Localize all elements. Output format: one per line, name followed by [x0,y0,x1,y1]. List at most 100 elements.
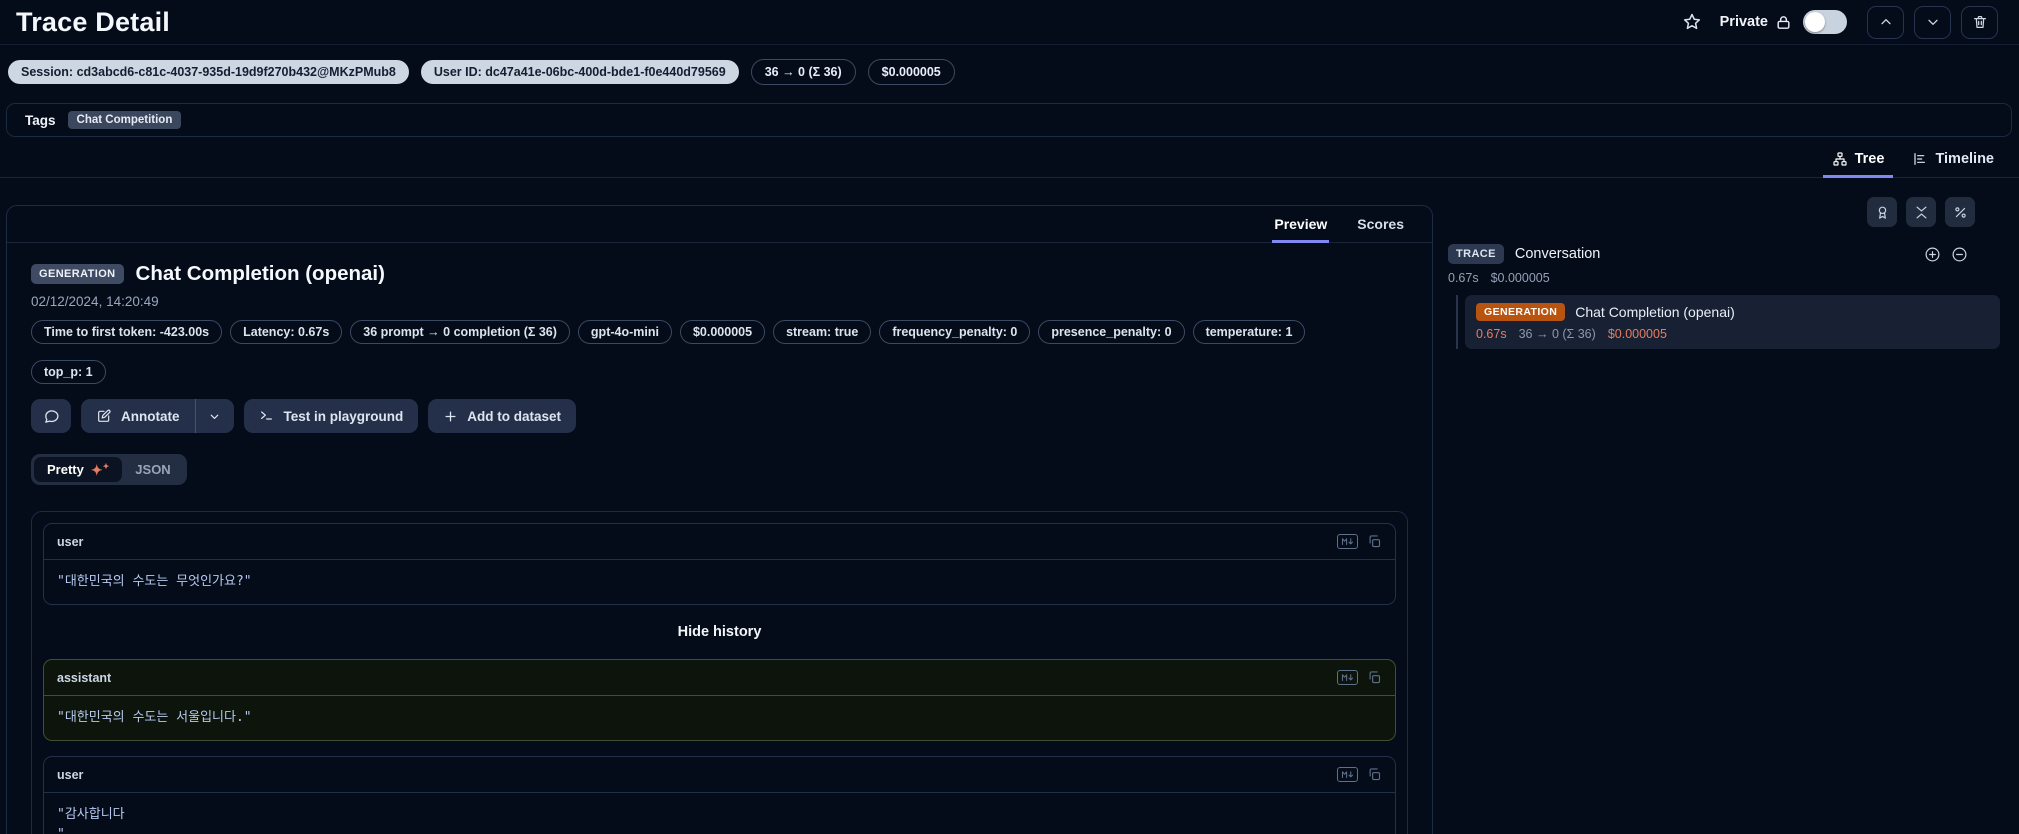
message-role: user [57,534,84,549]
comment-icon [43,408,60,425]
generation-type-badge: GENERATION [1476,303,1566,321]
cost-badge: $0.000005 [867,59,955,85]
metric-pill-frequency-penalty: frequency_penalty: 0 [879,320,1031,344]
add-to-dataset-button[interactable]: Add to dataset [428,399,577,433]
chevron-down-icon [208,410,221,423]
test-in-playground-button[interactable]: Test in playground [243,399,419,433]
chevron-up-icon [1878,14,1894,30]
top-bar: Trace Detail Private [0,0,2019,45]
generation-tokens: 36 → 0 (Σ 36) [1518,327,1596,341]
privacy-label: Private [1719,14,1768,30]
metric-pill-top-p: top_p: 1 [31,360,106,384]
trace-title[interactable]: Conversation [1515,246,1600,262]
format-json-button[interactable]: JSON [122,457,183,482]
add-to-dataset-label: Add to dataset [467,408,562,424]
comments-button[interactable] [31,399,71,433]
chevron-down-icon [1925,14,1941,30]
annotate-button[interactable]: Annotate [81,399,195,433]
plus-icon [443,409,458,424]
trace-tree-sidebar: TRACE Conversation 0.67s $0.000005 GENER… [1448,197,2000,349]
next-trace-button[interactable] [1914,5,1951,39]
trace-cost: $0.000005 [1490,271,1550,285]
view-tabs: Tree Timeline [0,141,2019,178]
markdown-toggle-icon[interactable] [1337,767,1358,783]
observation-panel: Preview Scores GENERATION Chat Completio… [6,205,1433,834]
trace-meta-badges: Session: cd3abcd6-c81c-4037-935d-19d9f27… [8,59,955,85]
markdown-toggle-icon[interactable] [1337,534,1358,549]
copy-icon[interactable] [1367,767,1382,782]
delete-trace-button[interactable] [1961,5,1998,39]
annotate-dropdown-button[interactable] [196,399,234,433]
toggle-knob [1805,12,1825,32]
collapse-all-circle-icon[interactable] [1951,246,1968,263]
annotate-label: Annotate [121,408,180,424]
message-assistant: assistant "대한민국의 수도는 서울입니다." [43,659,1396,742]
collapse-icon [1914,205,1929,220]
metric-pill-presence-penalty: presence_penalty: 0 [1038,320,1185,344]
token-usage-badge: 36 → 0 (Σ 36) [750,59,856,85]
metric-pill-temperature: temperature: 1 [1192,320,1306,344]
observation-actions: Annotate Test in playground Add to datas… [31,399,1408,433]
annotation-queue-button[interactable] [1867,197,1897,227]
json-label: JSON [135,462,171,477]
trash-icon [1972,14,1988,30]
expand-all-icon[interactable] [1924,246,1941,263]
format-pretty-button[interactable]: Pretty ✦✦ [34,457,123,482]
timeline-icon [1912,151,1928,167]
award-icon [1875,205,1890,220]
annotate-split-button: Annotate [81,399,234,433]
tag-chip[interactable]: Chat Competition [67,111,182,129]
trace-type-badge: TRACE [1448,244,1504,264]
session-badge[interactable]: Session: cd3abcd6-c81c-4037-935d-19d9f27… [8,60,409,84]
metric-pill-latency: Latency: 0.67s [230,320,343,344]
format-toggle: Pretty ✦✦ JSON [31,454,187,485]
metric-pill-stream: stream: true [773,320,872,344]
trace-root-row[interactable]: TRACE Conversation [1448,244,2000,264]
lock-icon [1775,14,1792,31]
terminal-icon [259,408,275,424]
previous-trace-button[interactable] [1867,5,1904,39]
tags-bar: Tags Chat Competition [6,103,2012,137]
tab-timeline-label: Timeline [1935,151,1994,167]
tab-tree-label: Tree [1854,151,1885,167]
generation-cost: $0.000005 [1607,327,1667,341]
observation-metrics: Time to first token: -423.00s Latency: 0… [31,320,1408,384]
privacy-control: Private [1720,10,1847,34]
annotate-pencil-icon [96,408,112,424]
markdown-toggle-icon[interactable] [1337,670,1358,686]
metric-pill-model[interactable]: gpt-4o-mini [577,320,672,344]
hide-history-button[interactable]: Hide history [43,624,1396,640]
sparkles-icon: ✦✦ [90,461,110,478]
copy-icon[interactable] [1367,670,1382,685]
message-user-2: user "감사합니다 " [43,756,1396,834]
trace-metrics: 0.67s $0.000005 [1448,271,2000,285]
generation-tree-row-selected[interactable]: GENERATION Chat Completion (openai) 0.67… [1465,295,2000,349]
observation-title: Chat Completion (openai) [135,262,385,285]
tab-tree[interactable]: Tree [1822,145,1894,178]
pretty-label: Pretty [47,462,84,477]
generation-latency: 0.67s [1476,327,1507,341]
message-content: "대한민국의 수도는 서울입니다." [57,710,252,726]
show-percentages-button[interactable] [1945,197,1975,227]
tags-label: Tags [25,112,56,128]
collapse-all-button[interactable] [1906,197,1936,227]
tab-timeline[interactable]: Timeline [1903,145,2003,178]
page-title: Trace Detail [16,6,170,37]
user-id-badge[interactable]: User ID: dc47a41e-06bc-400d-bde1-f0e440d… [420,60,739,84]
metric-pill-tokens: 36 prompt → 0 completion (Σ 36) [350,320,570,344]
message-user-1: user "대한민국의 수도는 무엇인가요?" [43,523,1396,606]
tab-scores[interactable]: Scores [1355,208,1406,243]
generation-title: Chat Completion (openai) [1575,304,1735,320]
star-icon [1682,12,1702,32]
message-content: "감사합니다 " [57,807,125,834]
tree-connector-line [1456,295,1458,349]
observation-timestamp: 02/12/2024, 14:20:49 [31,294,159,309]
message-role: assistant [57,670,112,685]
bookmark-star-button[interactable] [1682,12,1702,32]
tree-icon [1832,151,1848,167]
copy-icon[interactable] [1367,534,1382,549]
trace-latency: 0.67s [1448,271,1479,285]
public-share-toggle[interactable] [1803,10,1847,34]
tab-preview[interactable]: Preview [1272,208,1330,243]
messages-container: user "대한민국의 수도는 무엇인가요?" Hide history ass… [31,511,1408,834]
